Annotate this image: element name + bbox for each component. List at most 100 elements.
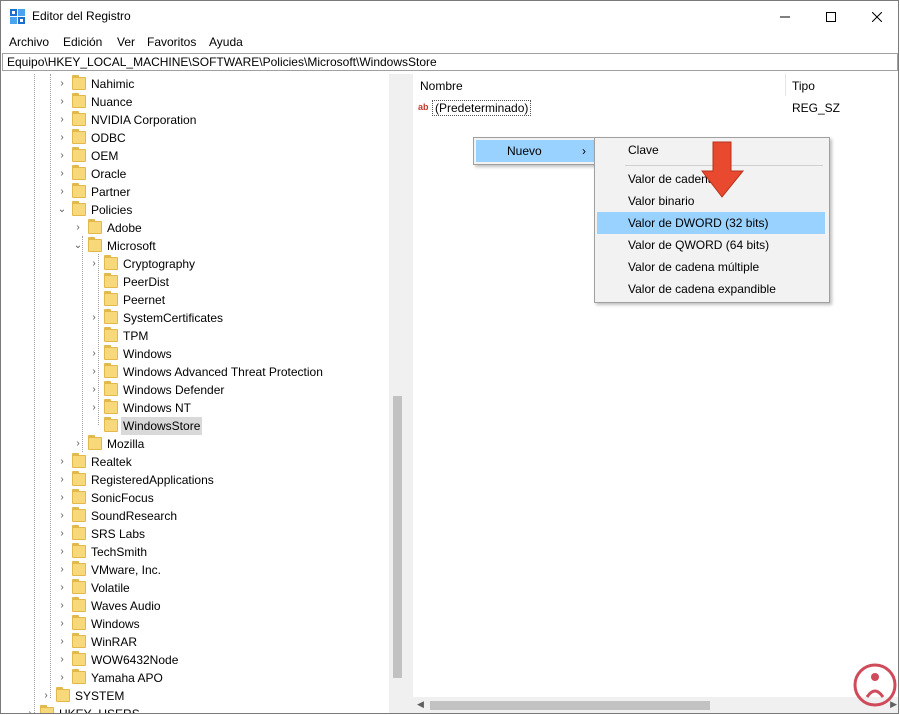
chevron-right-icon[interactable]: › [89,309,99,327]
chevron-right-icon[interactable]: › [57,165,67,183]
column-header-type[interactable]: Tipo [792,79,815,93]
chevron-right-icon[interactable]: › [57,471,67,489]
chevron-right-icon[interactable]: › [73,219,83,237]
tree-item[interactable]: › NVIDIA Corporation [1,111,387,129]
chevron-right-icon[interactable]: › [57,543,67,561]
chevron-right-icon[interactable]: › [57,453,67,471]
menu-archivo[interactable]: Archivo [9,35,49,49]
minimize-button[interactable] [762,1,808,32]
chevron-right-icon[interactable]: › [89,345,99,363]
scrollbar-thumb[interactable] [430,701,710,710]
pane-splitter[interactable] [406,74,413,713]
menu-item-label: Nuevo [507,144,542,158]
tree-item[interactable]: › ODBC [1,129,387,147]
tree-item[interactable]: › Realtek [1,453,387,471]
address-bar[interactable]: Equipo\HKEY_LOCAL_MACHINE\SOFTWARE\Polic… [2,53,898,71]
tree-item[interactable]: › Volatile [1,579,387,597]
scroll-left-icon[interactable]: ◀ [417,699,424,710]
key-tree-pane[interactable]: › Nahimic › Nuance › NVIDIA Corporation › ODBC ›… [1,74,406,713]
menu-item-nuevo[interactable]: Nuevo › [476,140,594,162]
tree-item[interactable]: › VMware, Inc. [1,561,387,579]
tree-item[interactable]: › SonicFocus [1,489,387,507]
chevron-right-icon[interactable] [89,327,99,345]
tree-item[interactable]: › WinRAR [1,633,387,651]
chevron-right-icon[interactable]: › [57,597,67,615]
close-button[interactable] [854,1,898,32]
chevron-right-icon[interactable]: › [57,75,67,93]
folder-icon [104,327,118,342]
tree-item[interactable]: › SoundResearch [1,507,387,525]
chevron-right-icon[interactable]: › [25,705,35,713]
chevron-right-icon[interactable]: › [57,633,67,651]
tree-item[interactable]: Peernet [1,291,387,309]
chevron-right-icon[interactable]: › [57,561,67,579]
column-separator[interactable] [785,74,786,96]
tree-item[interactable]: › Windows Defender [1,381,387,399]
tree-item[interactable]: › HKEY_USERS [1,705,387,713]
tree-item[interactable]: › Windows [1,615,387,633]
tree-item[interactable]: › Waves Audio [1,597,387,615]
tree-item[interactable]: › Oracle [1,165,387,183]
chevron-right-icon[interactable]: › [89,399,99,417]
chevron-right-icon[interactable]: › [57,669,67,687]
chevron-right-icon[interactable]: › [57,651,67,669]
chevron-right-icon[interactable] [89,417,99,435]
column-header-name[interactable]: Nombre [420,79,463,93]
tree-item[interactable]: ⌄ Microsoft [1,237,387,255]
tree-item-label: SystemCertificates [123,311,224,325]
menu-item-valor-dword[interactable]: Valor de DWORD (32 bits) [597,212,825,234]
menu-ayuda[interactable]: Ayuda [209,35,243,49]
chevron-right-icon[interactable]: › [57,111,67,129]
chevron-right-icon[interactable]: › [89,255,99,273]
scrollbar-thumb[interactable] [393,396,402,678]
chevron-right-icon[interactable]: › [57,129,67,147]
chevron-down-icon[interactable]: ⌄ [73,237,83,255]
tree-item[interactable]: › Nuance [1,93,387,111]
tree-item[interactable]: › Partner [1,183,387,201]
tree-item[interactable]: › WOW6432Node [1,651,387,669]
tree-item[interactable]: PeerDist [1,273,387,291]
tree-item[interactable]: TPM [1,327,387,345]
tree-item[interactable]: › Windows NT [1,399,387,417]
menu-item-valor-cadena-multiple[interactable]: Valor de cadena múltiple [597,256,825,278]
chevron-right-icon[interactable]: › [57,507,67,525]
maximize-button[interactable] [808,1,854,32]
menu-item-valor-qword[interactable]: Valor de QWORD (64 bits) [597,234,825,256]
chevron-right-icon[interactable] [89,273,99,291]
menu-edicion[interactable]: Edición [63,35,102,49]
tree-item[interactable]: › SRS Labs [1,525,387,543]
chevron-right-icon[interactable]: › [57,147,67,165]
chevron-down-icon[interactable]: ⌄ [57,201,67,219]
tree-item[interactable]: › SYSTEM [1,687,387,705]
menu-ver[interactable]: Ver [117,35,135,49]
chevron-right-icon[interactable]: › [57,183,67,201]
tree-item[interactable]: ⌄ Policies [1,201,387,219]
chevron-right-icon[interactable]: › [41,687,51,705]
chevron-right-icon[interactable]: › [57,525,67,543]
chevron-right-icon[interactable]: › [57,489,67,507]
tree-item[interactable]: › OEM [1,147,387,165]
chevron-right-icon[interactable]: › [89,363,99,381]
tree-vertical-scrollbar[interactable] [389,74,406,713]
tree-item[interactable]: › Mozilla [1,435,387,453]
chevron-right-icon[interactable] [89,291,99,309]
tree-item[interactable]: WindowsStore [1,417,387,435]
tree-item[interactable]: › Yamaha APO [1,669,387,687]
tree-item[interactable]: › TechSmith [1,543,387,561]
chevron-right-icon[interactable]: › [57,615,67,633]
chevron-right-icon[interactable]: › [57,93,67,111]
chevron-right-icon[interactable]: › [89,381,99,399]
tree-item[interactable]: › Windows Advanced Threat Protection [1,363,387,381]
menu-item-valor-cadena-expandible[interactable]: Valor de cadena expandible [597,278,825,300]
tree-item[interactable]: › Nahimic [1,75,387,93]
chevron-right-icon[interactable]: › [57,579,67,597]
value-row[interactable]: ab (Predeterminado) REG_SZ [418,99,898,117]
tree-item[interactable]: › Adobe [1,219,387,237]
tree-item[interactable]: › Cryptography [1,255,387,273]
tree-item[interactable]: › RegisteredApplications [1,471,387,489]
tree-item[interactable]: › Windows [1,345,387,363]
values-horizontal-scrollbar[interactable]: ◀ ▶ [413,697,898,713]
menu-favoritos[interactable]: Favoritos [147,35,196,49]
chevron-right-icon[interactable]: › [73,435,83,453]
tree-item[interactable]: › SystemCertificates [1,309,387,327]
